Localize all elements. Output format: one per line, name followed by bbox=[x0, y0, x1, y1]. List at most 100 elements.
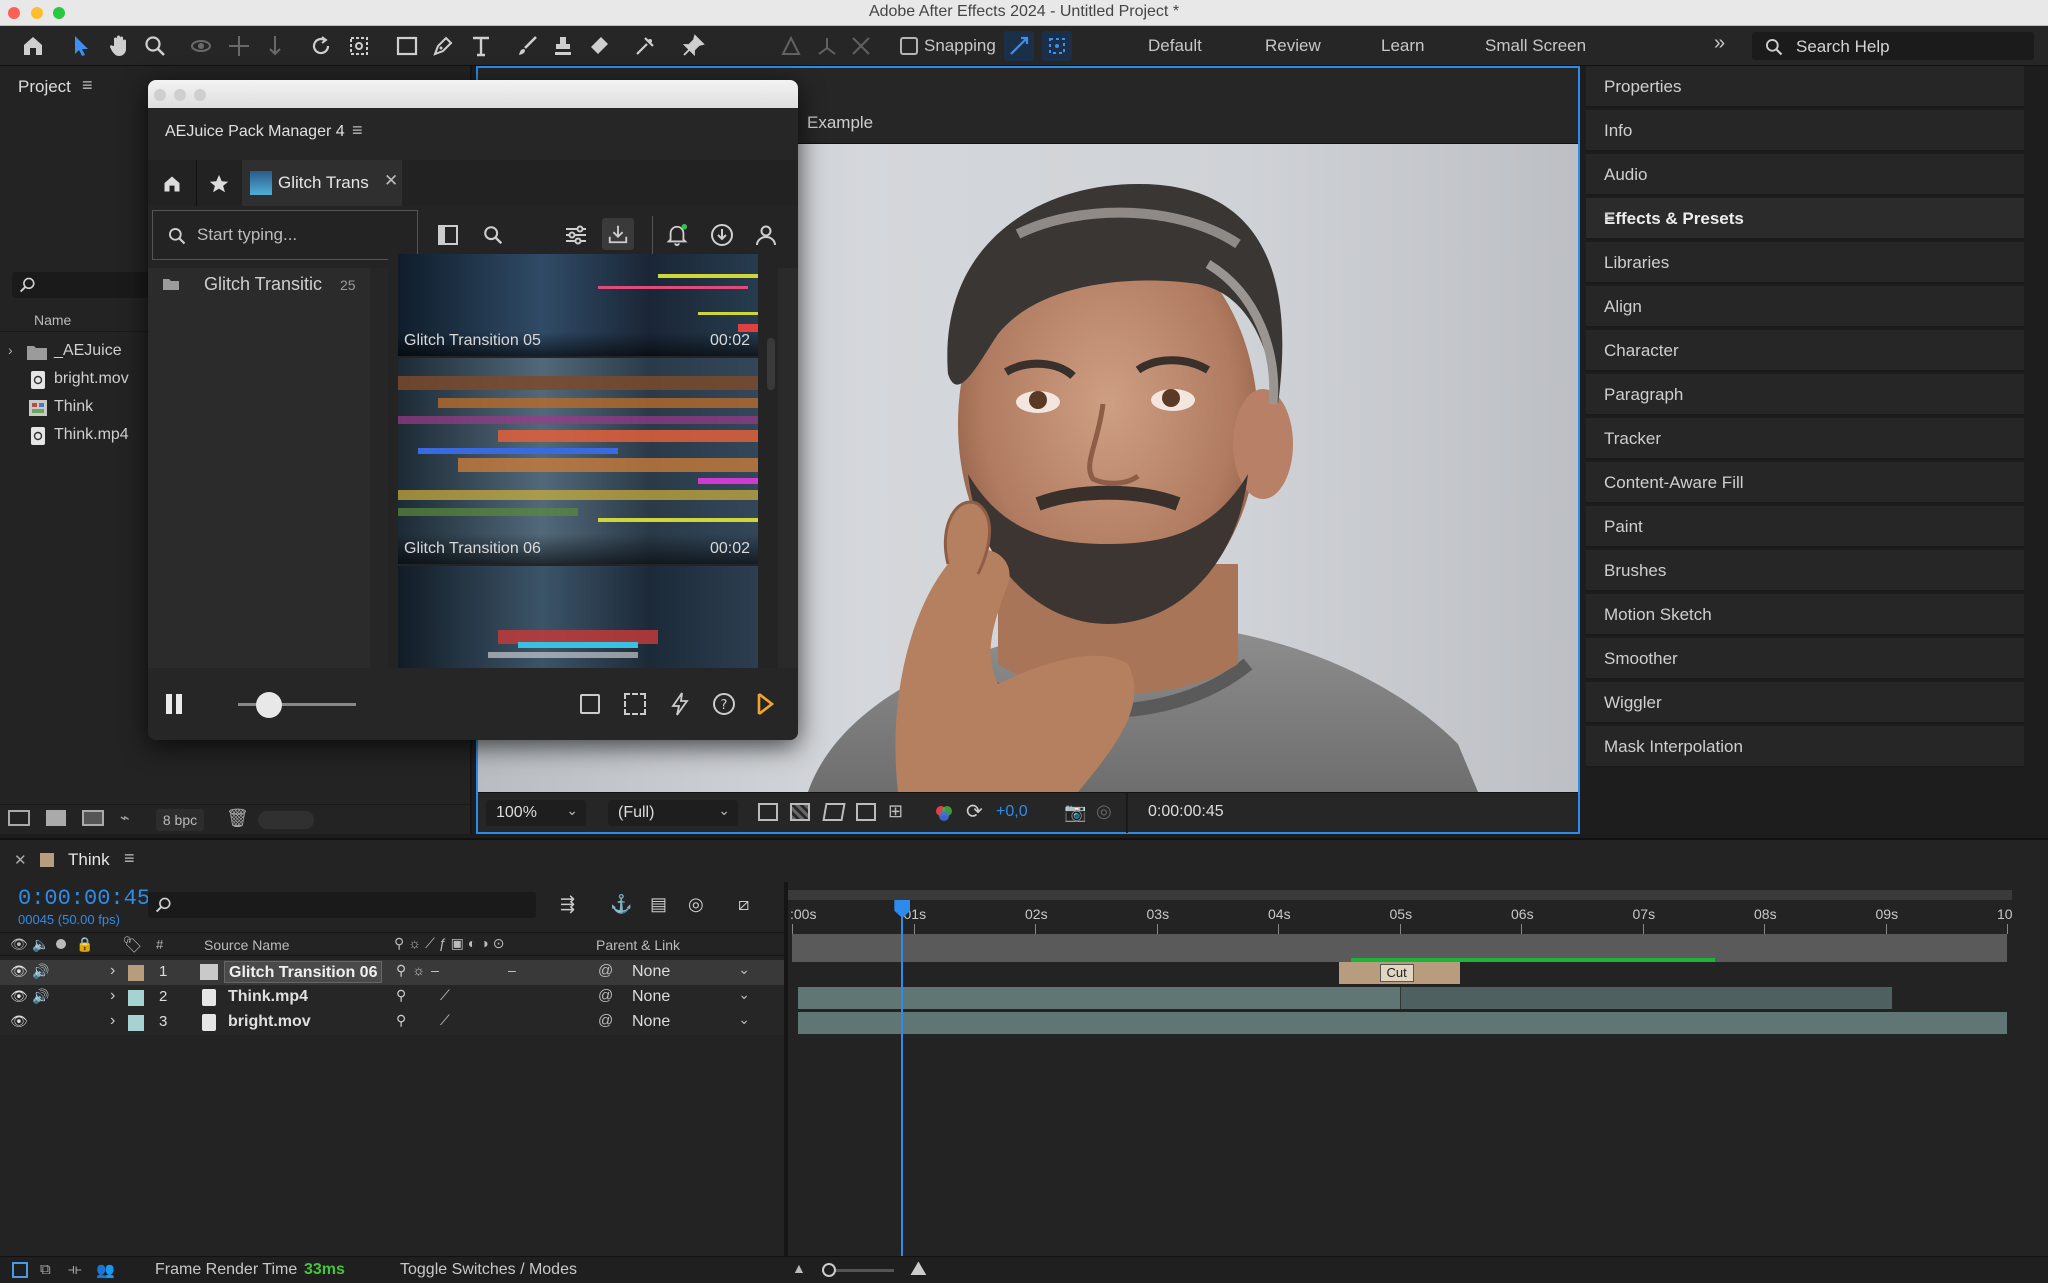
audio-header-icon[interactable]: 🔈 bbox=[32, 936, 49, 953]
layer-label-color[interactable] bbox=[128, 965, 144, 981]
tab-glitch-transitions[interactable]: Glitch Trans ✕ bbox=[242, 160, 402, 206]
label-header-icon[interactable]: 🏷 bbox=[122, 935, 142, 955]
project-search-input[interactable] bbox=[12, 272, 152, 298]
sidebar-splitter[interactable] bbox=[370, 268, 388, 668]
brush-tool-icon[interactable] bbox=[512, 31, 542, 61]
align-tool-icon[interactable] bbox=[776, 31, 806, 61]
audio-speaker-icon[interactable]: 🔊 bbox=[32, 988, 49, 1005]
composition-breadcrumb[interactable]: Example bbox=[807, 113, 873, 133]
puppet-pin-tool-icon[interactable] bbox=[678, 31, 708, 61]
preview-size-slider-knob[interactable] bbox=[255, 692, 282, 718]
toggle-switches-modes-button[interactable]: Toggle Switches / Modes bbox=[400, 1261, 577, 1279]
chevron-right-icon[interactable]: › bbox=[110, 1012, 115, 1030]
clone-stamp-tool-icon[interactable] bbox=[548, 31, 578, 61]
timeline-comp-name[interactable]: Think bbox=[68, 850, 110, 870]
solo-header-icon[interactable] bbox=[56, 939, 66, 949]
layer-switches[interactable]: ⚲☼– bbox=[396, 962, 445, 979]
resolution-dropdown[interactable]: (Full) ⌄ bbox=[608, 800, 738, 826]
time-ruler[interactable]: :00s 01s 02s 03s 04s 05s 06s 07s 08s 09s 10 bbox=[788, 902, 2013, 934]
chevron-right-icon[interactable]: › bbox=[8, 342, 13, 358]
interpret-footage-icon[interactable] bbox=[8, 810, 30, 826]
layer-name-box[interactable]: Glitch Transition 06 bbox=[224, 961, 382, 983]
search-help-field[interactable]: Search Help bbox=[1752, 32, 2034, 60]
panel-menu-icon[interactable]: ≡ bbox=[1604, 207, 2014, 228]
render-time-pane-icon[interactable]: 👥 bbox=[96, 1261, 115, 1279]
preset-thumb-next[interactable] bbox=[398, 566, 758, 668]
timeline-search-input[interactable] bbox=[148, 892, 536, 918]
workspace-review[interactable]: Review bbox=[1265, 36, 1321, 56]
toggle-sidebar-icon[interactable] bbox=[438, 225, 458, 245]
snap-edges-icon[interactable] bbox=[1004, 31, 1034, 61]
layer-switches[interactable]: ⚲ bbox=[396, 1012, 406, 1029]
close-window-button[interactable] bbox=[154, 89, 166, 101]
column-name-header[interactable]: Name bbox=[34, 312, 71, 328]
project-panel-title[interactable]: Project bbox=[18, 77, 71, 97]
time-graph[interactable]: :00s 01s 02s 03s 04s 05s 06s 07s 08s 09s 10 Cut bbox=[788, 882, 2018, 1258]
region-of-interest-icon[interactable] bbox=[856, 803, 876, 821]
frame-blending-icon[interactable]: ▤ bbox=[650, 894, 667, 915]
new-folder-icon[interactable] bbox=[46, 810, 66, 826]
reset-exposure-icon[interactable]: ⟳ bbox=[966, 799, 983, 824]
transfer-controls-icon[interactable]: ⧉ bbox=[40, 1261, 51, 1278]
minimize-window-button[interactable] bbox=[174, 89, 186, 101]
grid-guides-icon[interactable]: ⊞ bbox=[888, 801, 903, 822]
trash-icon[interactable]: 🗑 bbox=[226, 808, 249, 829]
snapshot-camera-icon[interactable]: 📷 bbox=[1064, 802, 1086, 823]
new-composition-icon[interactable] bbox=[82, 810, 104, 826]
video-visibility-header-icon[interactable]: 👁 bbox=[10, 936, 28, 953]
workspace-small-screen[interactable]: Small Screen bbox=[1485, 36, 1586, 56]
preset-thumb-glitch-transition-06[interactable]: Glitch Transition 06 00:02 bbox=[398, 358, 758, 564]
help-icon[interactable]: ? bbox=[712, 692, 736, 716]
user-account-icon[interactable] bbox=[754, 223, 778, 247]
layer-row-1[interactable]: 👁 🔊 › 1 Glitch Transition 06 ⚲☼– – @ Non… bbox=[0, 960, 784, 985]
roto-brush-tool-icon[interactable] bbox=[630, 31, 660, 61]
panel-smoother[interactable]: Smoother bbox=[1586, 638, 2024, 680]
bit-depth-button[interactable]: 8 bpc bbox=[156, 809, 204, 831]
pick-whip-icon[interactable]: @ bbox=[598, 987, 613, 1004]
panel-brushes[interactable]: Brushes bbox=[1586, 550, 2024, 592]
rotation-tool-icon[interactable] bbox=[306, 31, 336, 61]
panel-info[interactable]: Info bbox=[1586, 110, 2024, 152]
filter-sliders-icon[interactable] bbox=[564, 224, 588, 246]
orbit-camera-icon[interactable] bbox=[186, 31, 216, 61]
fullscreen-icon[interactable] bbox=[624, 693, 646, 715]
visibility-eye-icon[interactable]: 👁 bbox=[10, 1013, 28, 1030]
layer-row-2[interactable]: 👁 🔊 › 2 Think.mp4 ⚲ ⟋ @ None ⌄ bbox=[0, 985, 784, 1010]
zoom-tool-icon[interactable] bbox=[140, 31, 170, 61]
zoom-in-icon[interactable]: ⛰ bbox=[910, 1258, 927, 1281]
folder-item-glitch-transitions[interactable]: Glitch Transitic 25 bbox=[148, 268, 370, 300]
type-tool-icon[interactable] bbox=[466, 31, 496, 61]
layer-track-bar-3[interactable] bbox=[798, 1012, 2007, 1034]
visibility-eye-icon[interactable]: 👁 bbox=[10, 963, 28, 980]
layer-marker-label[interactable]: Cut bbox=[1379, 964, 1414, 982]
favorites-star-icon[interactable] bbox=[208, 173, 230, 195]
zoom-window-button[interactable] bbox=[194, 89, 206, 101]
chevron-right-icon[interactable]: › bbox=[110, 987, 115, 1005]
workspace-learn[interactable]: Learn bbox=[1381, 36, 1424, 56]
search-icon[interactable] bbox=[482, 224, 504, 246]
aejuice-menu-icon[interactable]: ≡ bbox=[352, 120, 363, 141]
quality-switch-icon[interactable]: ⟋ bbox=[440, 1012, 450, 1029]
notifications-bell-icon[interactable] bbox=[666, 223, 688, 247]
playhead[interactable] bbox=[894, 900, 911, 1256]
lightning-icon[interactable] bbox=[670, 692, 690, 716]
zoom-out-icon[interactable]: ▲ bbox=[792, 1260, 806, 1276]
panel-align[interactable]: Align bbox=[1586, 286, 2024, 328]
panel-audio[interactable]: Audio bbox=[1586, 154, 2024, 196]
hand-tool-icon[interactable] bbox=[104, 31, 134, 61]
panel-effects-presets[interactable]: Effects & Presets ≡ bbox=[1586, 198, 2024, 240]
more-workspaces-icon[interactable]: » bbox=[1714, 32, 1725, 55]
in-out-pane-icon[interactable]: ⟛ bbox=[68, 1261, 82, 1278]
panel-paragraph[interactable]: Paragraph bbox=[1586, 374, 2024, 416]
parent-dropdown[interactable]: None ⌄ bbox=[624, 986, 754, 1008]
preview-play-icon[interactable] bbox=[580, 694, 600, 714]
visibility-eye-icon[interactable]: 👁 bbox=[10, 988, 28, 1005]
layer-track-segment[interactable] bbox=[1399, 987, 1892, 1009]
magnification-dropdown[interactable]: 100% ⌄ bbox=[486, 800, 586, 826]
panel-libraries[interactable]: Libraries bbox=[1586, 242, 2024, 284]
panel-paint[interactable]: Paint bbox=[1586, 506, 2024, 548]
eraser-tool-icon[interactable] bbox=[584, 31, 614, 61]
layer-name[interactable]: Think.mp4 bbox=[228, 988, 308, 1006]
preset-thumb-glitch-transition-05[interactable]: Glitch Transition 05 00:02 bbox=[398, 254, 758, 356]
project-menu-icon[interactable]: ≡ bbox=[82, 75, 93, 96]
